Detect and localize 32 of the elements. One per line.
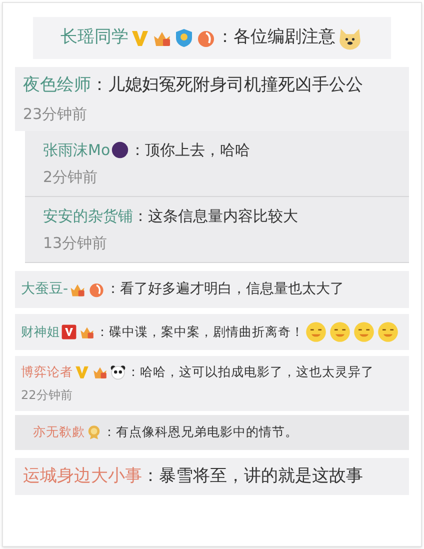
shield-icon	[174, 28, 194, 48]
user-name[interactable]: 安安的杂货铺	[43, 205, 133, 228]
comment-text: ：各位编剧注意	[216, 26, 336, 50]
v-icon	[61, 324, 77, 340]
smiley-emoji-icon	[329, 321, 351, 343]
smiley-emoji-icon	[377, 321, 399, 343]
comment-text: ：暴雪将至，讲的就是这故事	[142, 464, 363, 488]
panda-icon	[110, 364, 126, 380]
user-name[interactable]: 财神姐	[21, 322, 60, 342]
user-name[interactable]: 亦无欷歔	[33, 422, 85, 442]
timestamp: 13分钟前	[43, 232, 108, 254]
user-name[interactable]: 夜色绘师	[23, 73, 91, 98]
user-name[interactable]: 长瑶同学	[60, 25, 128, 51]
v-icon	[130, 28, 150, 48]
timestamp: 23分钟前	[23, 104, 88, 124]
medal-icon	[86, 424, 102, 440]
timestamp: 22分钟前	[21, 386, 74, 404]
comment-text: ：碟中谍，案中案，剧情曲折离奇！	[96, 322, 304, 341]
comment-text: ：这条信息量内容比较大	[133, 206, 298, 227]
user-name[interactable]: 张雨沫Mo	[43, 139, 110, 162]
v-icon	[74, 364, 90, 380]
comment-text: ：哈哈，这可以拍成电影了，这也太灵异了	[127, 363, 374, 381]
comment-text: ：看了好多遍才明白，信息量也太大了	[106, 280, 344, 299]
smiley-emoji-icon	[353, 321, 375, 343]
comment-text: ：顶你上去，哈哈	[130, 140, 250, 161]
timestamp: 2分钟前	[43, 166, 99, 188]
comment-text: ：有点像科恩兄弟电影中的情节。	[103, 422, 298, 441]
user-name[interactable]: 大蚕豆-	[21, 279, 68, 300]
smiley-emoji-icon	[305, 321, 327, 343]
comment-text: ：儿媳妇冤死附身司机撞死凶手公公	[91, 74, 363, 97]
user-name[interactable]: 运城身边大小事	[23, 464, 142, 489]
user-name[interactable]: 博弈论者	[21, 363, 73, 382]
